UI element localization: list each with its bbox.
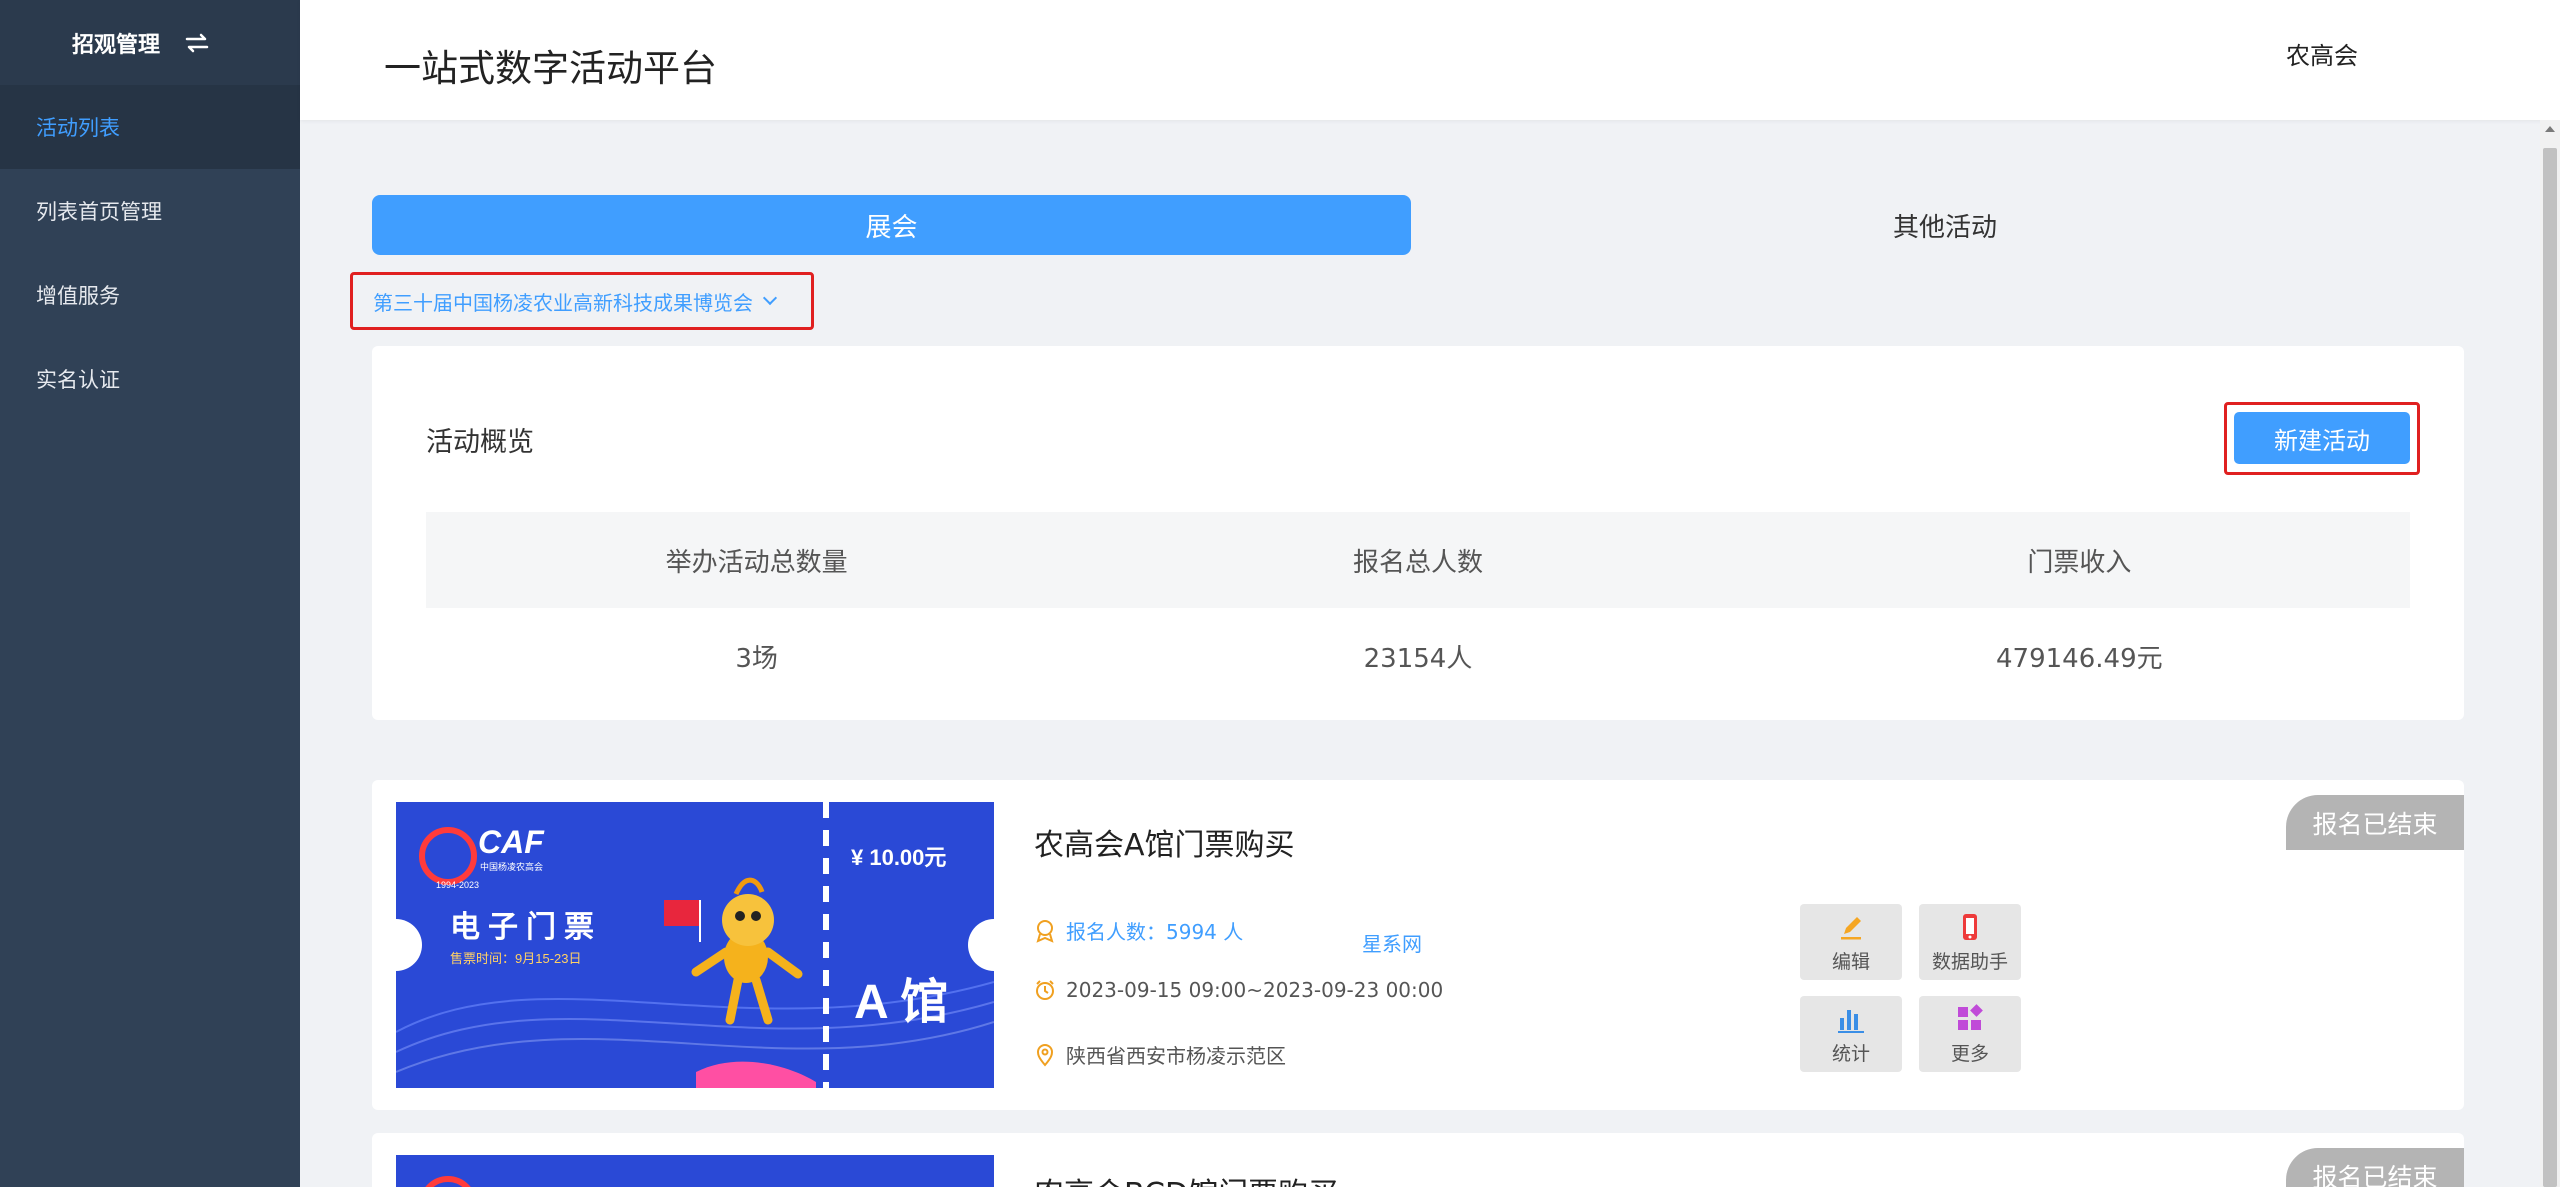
- scrollbar[interactable]: [2540, 120, 2560, 1187]
- more-label: 更多: [1950, 1043, 1989, 1065]
- activity-location-text: 陕西省西安市杨凌示范区: [1066, 1044, 1286, 1068]
- stats-header-revenue: 门票收入: [2027, 547, 2132, 578]
- mobile-phone-icon: [1954, 911, 1986, 943]
- sidebar-item-label: 列表首页管理: [36, 200, 162, 224]
- sidebar-item-label: 活动列表: [36, 116, 120, 140]
- chevron-down-icon: [762, 290, 778, 306]
- ticket-image[interactable]: CAF: [396, 1155, 994, 1187]
- activity-location: 陕西省西安市杨凌示范区: [1034, 1040, 1286, 1069]
- edit-button[interactable]: 编辑: [1800, 904, 1902, 980]
- caf-logo-text: CAF: [478, 824, 544, 860]
- ticket-hall: A 馆: [854, 976, 949, 1029]
- medal-icon: [1036, 919, 1054, 943]
- top-header: 一站式数字活动平台 农高会: [300, 0, 2560, 120]
- ticket-date: 售票时间：9月15-23日: [450, 951, 582, 966]
- location-pin-icon: [1036, 1043, 1054, 1067]
- stats-header-signups: 报名总人数: [1352, 547, 1483, 578]
- ticket-background: CAF: [425, 1176, 471, 1187]
- clock-icon: [1036, 980, 1054, 1000]
- activity-time: 2023-09-15 09:00~2023-09-23 00:00: [1034, 978, 1443, 1002]
- stats-value-row: 3场 23154人 479146.49元: [426, 608, 2410, 704]
- page-title: 一站式数字活动平台: [384, 47, 717, 90]
- sidebar-item-list-home[interactable]: 列表首页管理: [0, 169, 300, 253]
- tab-expo[interactable]: 展会: [372, 195, 1411, 255]
- caf-logo-years: 1994-2023: [436, 880, 480, 890]
- sidebar-item-activity-list[interactable]: 活动列表: [0, 85, 300, 169]
- stats-value-total: 3场: [735, 643, 778, 674]
- overview-title: 活动概览: [426, 427, 534, 458]
- activity-card[interactable]: CAF 农高会BCD馆门票购买 报名已结束: [372, 1133, 2464, 1187]
- overview-card: 活动概览 新建活动 举办活动总数量 报名总人数 门票收入 3场 23154人 4…: [372, 346, 2464, 720]
- data-assistant-button[interactable]: 数据助手: [1919, 904, 2021, 980]
- pencil-icon: [1835, 911, 1867, 943]
- scroll-up-icon[interactable]: [2545, 126, 2555, 132]
- signup-count: 报名人数：5994 人: [1034, 916, 1243, 945]
- activity-card[interactable]: CAF 中国杨凌农高会 1994-2023 电子门票 售票时间：9月15-23日…: [372, 780, 2464, 1110]
- more-button[interactable]: 更多: [1919, 996, 2021, 1072]
- user-name[interactable]: 农高会: [2286, 36, 2358, 71]
- sidebar-item-label: 增值服务: [36, 284, 120, 308]
- statistics-label: 统计: [1831, 1043, 1870, 1065]
- ticket-price: ¥ 10.00元: [851, 845, 947, 870]
- sidebar-item-real-name[interactable]: 实名认证: [0, 337, 300, 421]
- sidebar-item-label: 实名认证: [36, 368, 120, 392]
- stats-value-signups: 23154人: [1363, 643, 1473, 674]
- data-assistant-label: 数据助手: [1931, 951, 2008, 973]
- ticket-label: 电子门票: [450, 911, 602, 944]
- new-activity-button[interactable]: 新建活动: [2234, 412, 2410, 464]
- statistics-button[interactable]: 统计: [1800, 996, 1902, 1072]
- expo-dropdown[interactable]: 第三十届中国杨凌农业高新科技成果博览会: [350, 272, 814, 330]
- activity-title[interactable]: 农高会A馆门票购买: [1034, 820, 1295, 864]
- expo-dropdown-value: 第三十届中国杨凌农业高新科技成果博览会: [373, 290, 753, 315]
- switch-icon[interactable]: [182, 28, 212, 58]
- sidebar-item-value-added[interactable]: 增值服务: [0, 253, 300, 337]
- edit-label: 编辑: [1831, 951, 1870, 973]
- tab-other-activities[interactable]: 其他活动: [1420, 195, 2470, 255]
- activity-title[interactable]: 农高会BCD馆门票购买: [1034, 1169, 1338, 1187]
- activity-time-text: 2023-09-15 09:00~2023-09-23 00:00: [1066, 978, 1444, 1002]
- stats-value-revenue: 479146.49元: [1996, 643, 2163, 674]
- sidebar-title: 招观管理: [72, 32, 161, 58]
- signup-count-text: 报名人数：5994 人: [1066, 920, 1244, 944]
- grid-more-icon: [1954, 1003, 1986, 1035]
- caf-logo-subtitle: 中国杨凌农高会: [480, 862, 544, 872]
- bar-chart-icon: [1835, 1003, 1867, 1035]
- sidebar-header: 招观管理: [0, 0, 300, 85]
- site-link[interactable]: 星系网: [1362, 928, 1422, 957]
- ticket-image[interactable]: CAF 中国杨凌农高会 1994-2023 电子门票 售票时间：9月15-23日…: [396, 802, 994, 1088]
- scrollbar-thumb[interactable]: [2543, 148, 2557, 1187]
- stats-header-total: 举办活动总数量: [665, 547, 848, 578]
- status-badge: 报名已结束: [2286, 1148, 2464, 1187]
- stats-header-row: 举办活动总数量 报名总人数 门票收入: [426, 512, 2410, 608]
- status-badge: 报名已结束: [2286, 795, 2464, 850]
- sidebar: 招观管理 活动列表 列表首页管理 增值服务 实名认证: [0, 0, 300, 1187]
